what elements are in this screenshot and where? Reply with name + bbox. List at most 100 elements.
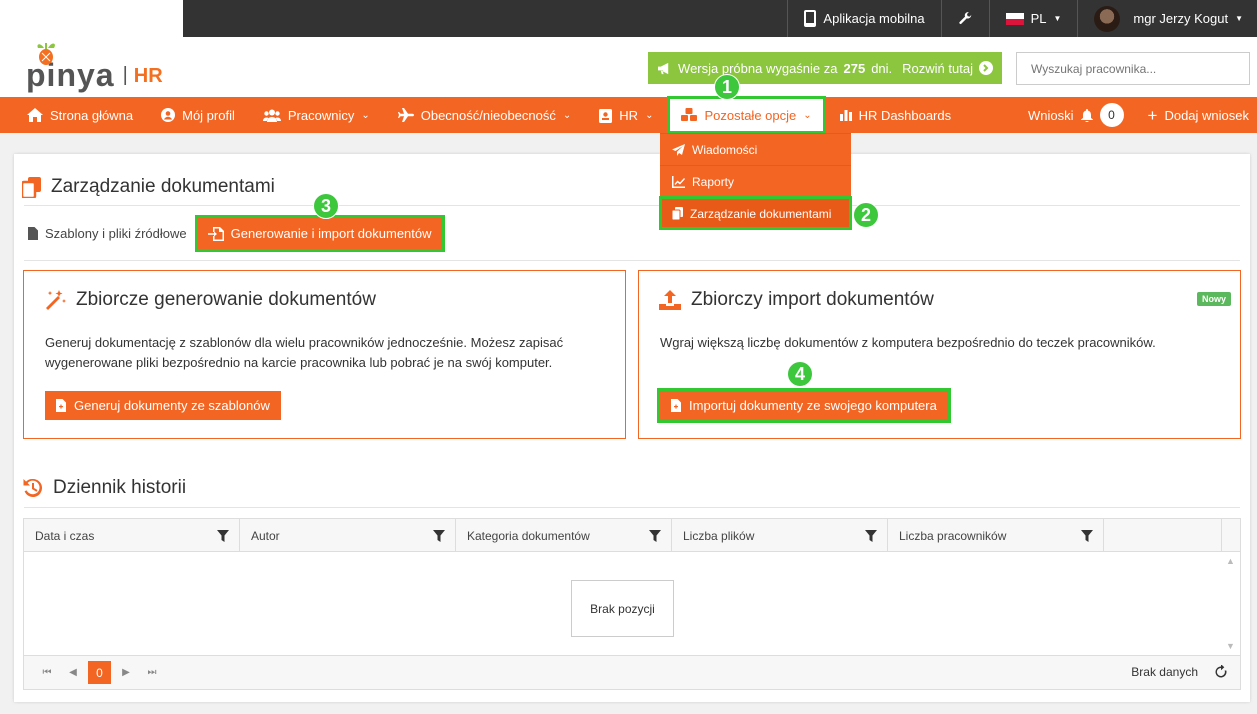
column-header-empty <box>1104 519 1222 552</box>
filter-icon[interactable] <box>1081 529 1093 542</box>
nav-profile[interactable]: Mój profil <box>147 97 249 133</box>
generate-from-templates-button[interactable]: Generuj dokumenty ze szablonów <box>45 391 281 420</box>
column-title: Autor <box>251 528 280 543</box>
tab-templates[interactable]: Szablony i pliki źródłowe <box>28 226 187 241</box>
generate-button-label: Generuj dokumenty ze szablonów <box>74 398 270 413</box>
column-title: Liczba pracowników <box>899 528 1007 543</box>
employee-search-input[interactable] <box>1016 52 1250 85</box>
file-icon <box>671 399 681 412</box>
filter-icon[interactable] <box>433 529 445 542</box>
trial-expand-link[interactable]: Rozwiń tutaj <box>902 61 973 76</box>
chevron-down-icon: ⌄ <box>562 109 572 121</box>
chevron-down-icon: ⌄ <box>803 109 812 121</box>
first-page-icon[interactable]: ⏮ <box>36 667 58 678</box>
home-icon <box>27 108 43 122</box>
plane-icon <box>397 108 414 122</box>
nav-right: Wnioski 0 + Dodaj wniosek <box>1014 97 1257 133</box>
subtabs: Szablony i pliki źródłowe Generowanie i … <box>28 215 445 252</box>
main-nav: Strona główna Mój profil Pracownicy ⌄ Ob… <box>0 96 1257 134</box>
language-selector[interactable]: PL ▼ <box>988 0 1078 37</box>
current-page[interactable]: 0 <box>88 661 111 684</box>
trial-days: 275 <box>843 60 866 76</box>
bulk-import-title: Zbiorczy import dokumentów <box>659 289 934 311</box>
requests-count-badge: 0 <box>1099 103 1124 127</box>
scroll-up-icon[interactable]: ▲ <box>1226 556 1235 566</box>
upload-icon <box>659 290 681 310</box>
mobile-app-label: Aplikacja mobilna <box>823 11 925 26</box>
page-title: Zarządzanie dokumentami <box>22 176 275 198</box>
trial-prefix: Wersja próbna wygaśnie za <box>678 60 838 76</box>
empty-state: Brak pozycji <box>571 580 674 637</box>
filter-icon[interactable] <box>865 529 877 542</box>
nav-employees[interactable]: Pracownicy ⌄ <box>249 97 384 133</box>
column-header-category[interactable]: Kategoria dokumentów <box>456 519 672 552</box>
no-data-label: Brak danych <box>1131 665 1198 679</box>
chevron-down-icon: ⌄ <box>645 109 654 121</box>
column-header-employee-count[interactable]: Liczba pracowników <box>888 519 1104 552</box>
nav-attendance[interactable]: Obecność/nieobecność ⌄ <box>384 97 586 133</box>
nav-add-request[interactable]: + Dodaj wniosek <box>1134 97 1257 133</box>
column-header-file-count[interactable]: Liczba plików <box>672 519 888 552</box>
nav-home-label: Strona główna <box>50 107 134 123</box>
import-from-computer-button[interactable]: Importuj dokumenty ze swojego komputera <box>657 388 951 423</box>
bar-chart-icon <box>839 110 852 121</box>
file-icon <box>56 399 66 412</box>
column-title: Data i czas <box>35 528 95 543</box>
import-button-label: Importuj dokumenty ze swojego komputera <box>689 398 937 413</box>
nav-profile-label: Mój profil <box>182 107 235 123</box>
dropdown-item-document-management[interactable]: Zarządzanie dokumentami <box>659 196 852 230</box>
dropdown-item-messages[interactable]: Wiadomości <box>660 133 851 165</box>
copy-icon <box>22 176 41 198</box>
pinya-hr-logo[interactable]: pinya | HR <box>26 43 163 91</box>
step-marker-3: 3 <box>313 193 339 219</box>
nav-requests[interactable]: Wnioski 0 <box>1014 97 1134 133</box>
mobile-app-link[interactable]: Aplikacja mobilna <box>787 0 940 37</box>
column-header-author[interactable]: Autor <box>240 519 456 552</box>
new-badge: Nowy <box>1196 292 1231 306</box>
user-menu[interactable]: mgr Jerzy Kogut ▼ <box>1077 0 1257 37</box>
bell-icon <box>1080 108 1093 122</box>
trial-suffix: dni. <box>871 60 893 76</box>
divider <box>24 507 1240 508</box>
prev-page-icon[interactable]: ◀ <box>62 667 84 678</box>
column-title: Kategoria dokumentów <box>467 528 590 543</box>
vertical-scrollbar[interactable]: ▲ ▼ <box>1222 552 1240 655</box>
file-import-icon <box>207 226 224 241</box>
grid-footer: ⏮ ◀ 0 ▶ ⏭ Brak danych <box>24 655 1240 689</box>
nav-other-label: Pozostałe opcje <box>704 107 797 123</box>
column-header-date[interactable]: Data i czas <box>24 519 240 552</box>
nav-other-options[interactable]: Pozostałe opcje ⌄ <box>667 96 826 134</box>
last-page-icon[interactable]: ⏭ <box>141 667 163 678</box>
user-circle-icon <box>161 108 176 122</box>
top-bar: Aplikacja mobilna PL ▼ mgr Jerzy Kogut ▼ <box>0 0 1257 37</box>
logo-hr: HR <box>133 65 163 87</box>
filter-icon[interactable] <box>217 529 229 542</box>
step-marker-2: 2 <box>853 202 879 228</box>
settings-button[interactable] <box>940 0 989 37</box>
nav-hr-dashboards[interactable]: HR Dashboards <box>826 97 966 133</box>
users-icon <box>262 109 281 122</box>
nav-requests-label: Wnioski <box>1028 107 1074 123</box>
divider <box>24 205 1240 206</box>
nav-hr[interactable]: HR ⌄ <box>585 97 667 133</box>
filter-icon[interactable] <box>649 529 661 542</box>
dropdown-item-reports[interactable]: Raporty <box>660 165 851 197</box>
tab-generate-import[interactable]: Generowanie i import dokumentów <box>194 215 445 252</box>
plus-icon: + <box>1147 105 1158 125</box>
bulk-generate-title-text: Zbiorcze generowanie dokumentów <box>76 289 376 310</box>
language-label: PL <box>1030 11 1047 26</box>
step-marker-1: 1 <box>714 74 740 100</box>
next-page-icon[interactable]: ▶ <box>115 667 137 678</box>
scroll-down-icon[interactable]: ▼ <box>1226 641 1235 651</box>
trial-banner[interactable]: Wersja próbna wygaśnie za 275 dni. Rozwi… <box>648 52 1002 84</box>
nav-home[interactable]: Strona główna <box>0 97 147 133</box>
megaphone-icon <box>658 62 669 74</box>
chevron-down-icon: ⌄ <box>361 109 370 121</box>
poland-flag-icon <box>1005 12 1024 25</box>
refresh-icon[interactable] <box>1214 665 1228 679</box>
tab-generate-label: Generowanie i import dokumentów <box>230 226 432 241</box>
step-marker-4: 4 <box>787 361 813 387</box>
arrow-circle-right-icon <box>978 61 993 75</box>
top-bar-dark: Aplikacja mobilna PL ▼ mgr Jerzy Kogut ▼ <box>183 0 1257 37</box>
nav-dashboards-label: HR Dashboards <box>858 107 952 123</box>
